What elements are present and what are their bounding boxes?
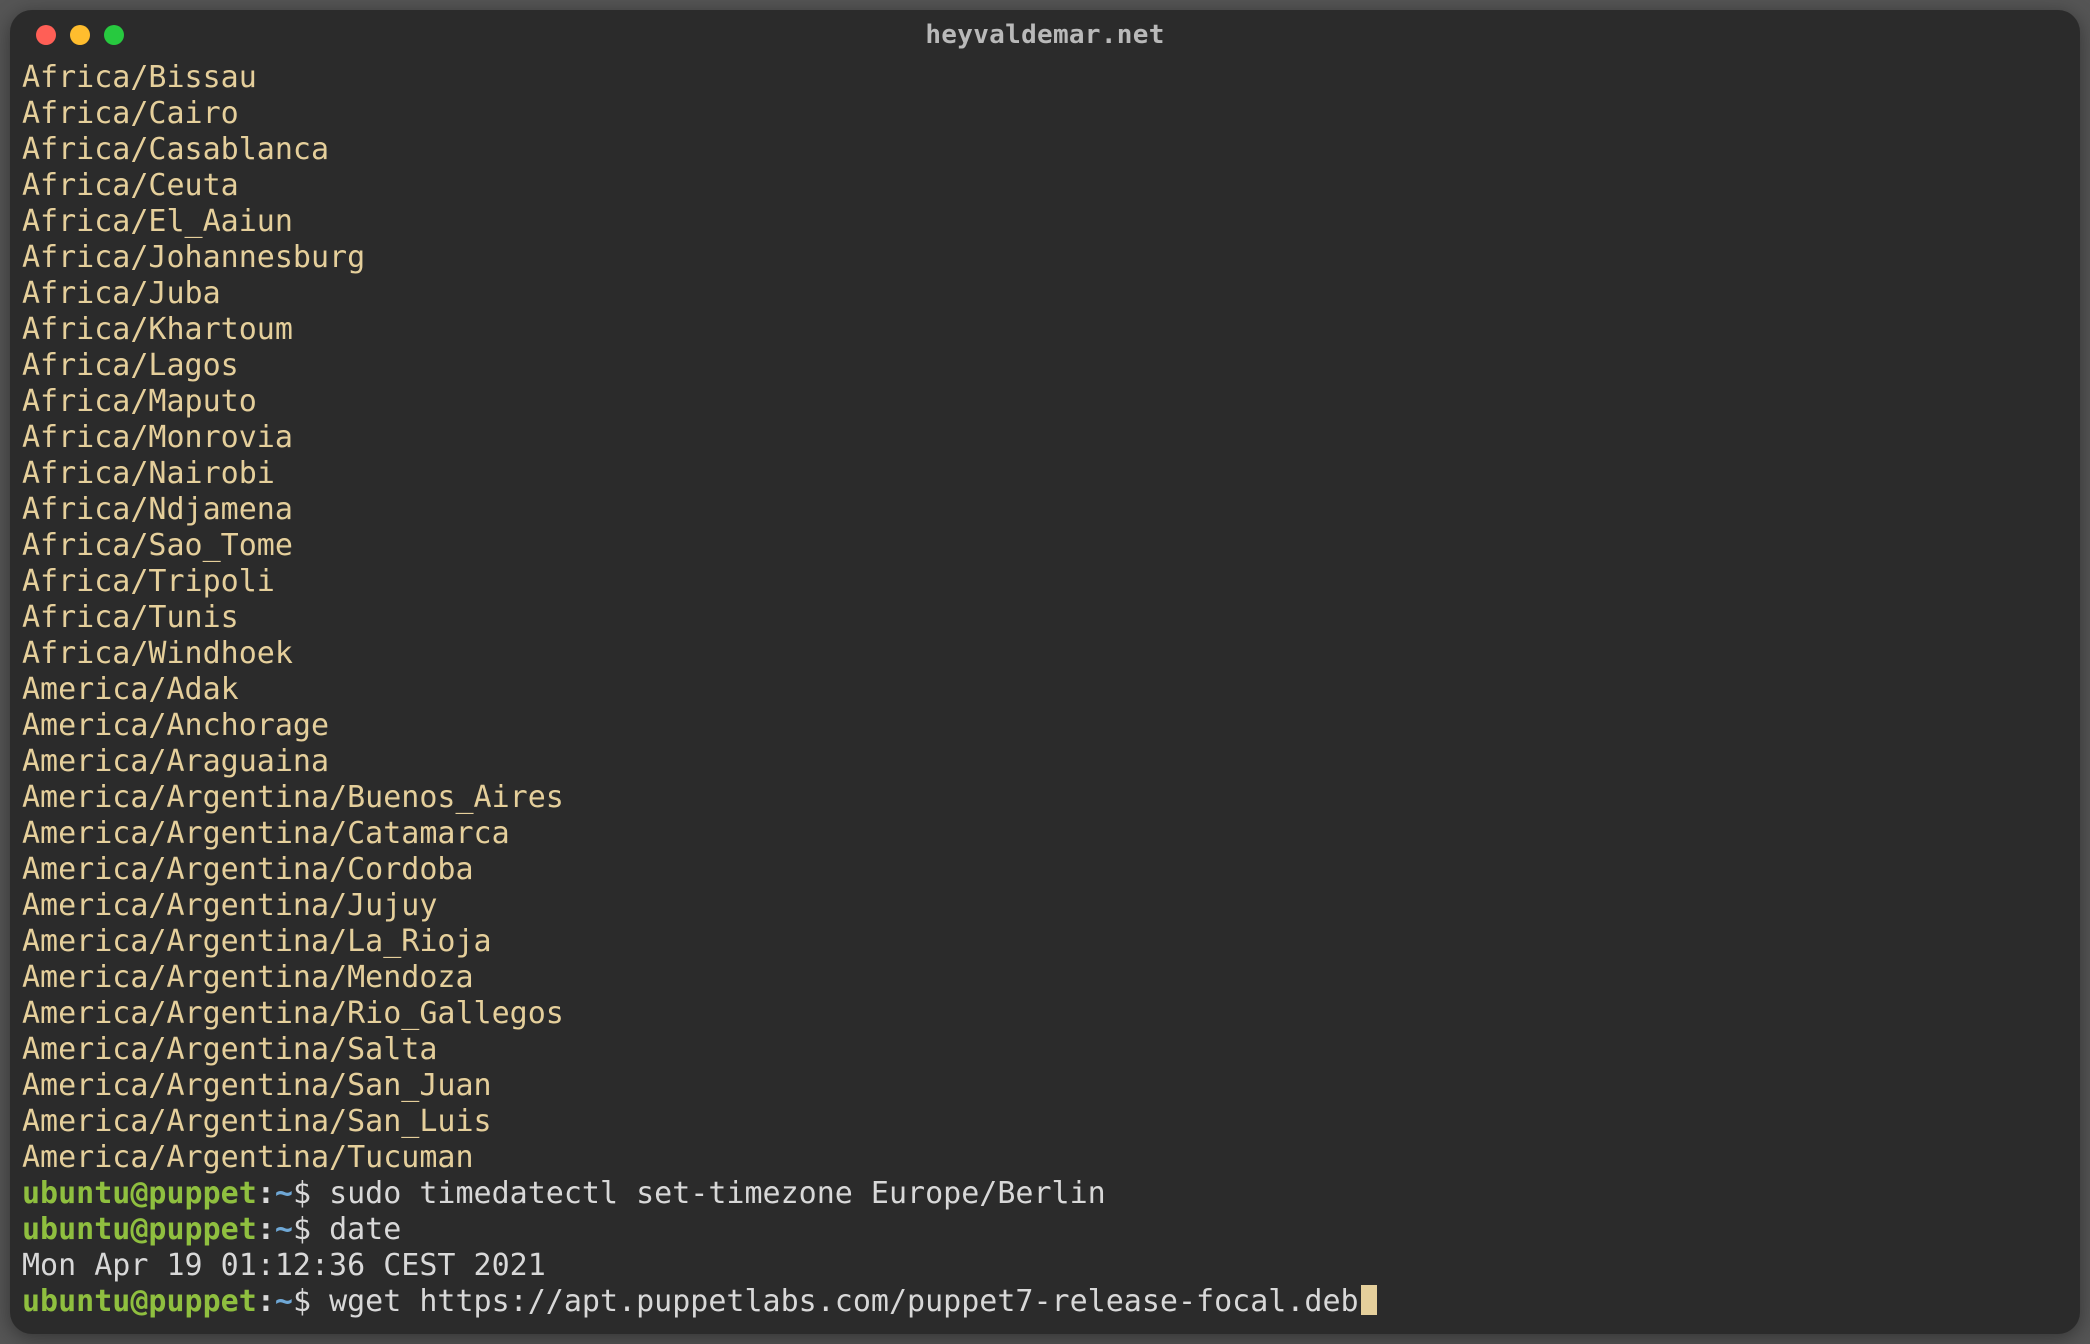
prompt-line: ubuntu@puppet:~$ date xyxy=(22,1212,2068,1248)
timezone-line: Africa/El_Aaiun xyxy=(22,204,2068,240)
prompt-line: ubuntu@puppet:~$ sudo timedatectl set-ti… xyxy=(22,1176,2068,1212)
timezone-line: Africa/Khartoum xyxy=(22,312,2068,348)
current-prompt-line[interactable]: ubuntu@puppet:~$ wget https://apt.puppet… xyxy=(22,1284,2068,1320)
timezone-line: America/Anchorage xyxy=(22,708,2068,744)
timezone-line: Africa/Ndjamena xyxy=(22,492,2068,528)
timezone-line: America/Argentina/Salta xyxy=(22,1032,2068,1068)
timezone-line: America/Argentina/Jujuy xyxy=(22,888,2068,924)
timezone-line: Africa/Nairobi xyxy=(22,456,2068,492)
timezone-line: Africa/Tunis xyxy=(22,600,2068,636)
timezone-line: Africa/Windhoek xyxy=(22,636,2068,672)
timezone-line: America/Argentina/Catamarca xyxy=(22,816,2068,852)
window-title: heyvaldemar.net xyxy=(10,20,2080,50)
timezone-line: America/Argentina/Rio_Gallegos xyxy=(22,996,2068,1032)
timezone-line: America/Argentina/Cordoba xyxy=(22,852,2068,888)
cursor-icon xyxy=(1361,1285,1377,1315)
timezone-line: Africa/Ceuta xyxy=(22,168,2068,204)
timezone-line: Africa/Bissau xyxy=(22,60,2068,96)
terminal-window: heyvaldemar.net Africa/BissauAfrica/Cair… xyxy=(10,10,2080,1334)
timezone-line: America/Argentina/Tucuman xyxy=(22,1140,2068,1176)
timezone-line: America/Argentina/San_Juan xyxy=(22,1068,2068,1104)
timezone-line: America/Araguaina xyxy=(22,744,2068,780)
terminal-body[interactable]: Africa/BissauAfrica/CairoAfrica/Casablan… xyxy=(10,60,2080,1320)
timezone-line: Africa/Cairo xyxy=(22,96,2068,132)
timezone-line: Africa/Tripoli xyxy=(22,564,2068,600)
timezone-line: Africa/Johannesburg xyxy=(22,240,2068,276)
timezone-line: America/Argentina/Mendoza xyxy=(22,960,2068,996)
titlebar: heyvaldemar.net xyxy=(10,10,2080,60)
timezone-line: America/Argentina/San_Luis xyxy=(22,1104,2068,1140)
timezone-line: America/Argentina/Buenos_Aires xyxy=(22,780,2068,816)
command-output: Mon Apr 19 01:12:36 CEST 2021 xyxy=(22,1248,2068,1284)
current-command: wget https://apt.puppetlabs.com/puppet7-… xyxy=(329,1284,1359,1319)
timezone-line: America/Argentina/La_Rioja xyxy=(22,924,2068,960)
timezone-line: Africa/Sao_Tome xyxy=(22,528,2068,564)
timezone-line: Africa/Juba xyxy=(22,276,2068,312)
timezone-line: Africa/Casablanca xyxy=(22,132,2068,168)
timezone-line: America/Adak xyxy=(22,672,2068,708)
timezone-line: Africa/Maputo xyxy=(22,384,2068,420)
timezone-line: Africa/Monrovia xyxy=(22,420,2068,456)
timezone-line: Africa/Lagos xyxy=(22,348,2068,384)
